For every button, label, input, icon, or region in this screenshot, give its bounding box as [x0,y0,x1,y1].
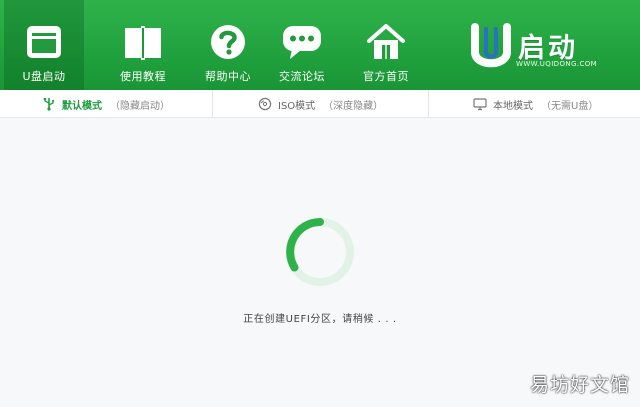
nav-item-forum[interactable]: 交流论坛 [262,0,342,90]
book-icon [121,22,165,62]
brand-logo: 启动 WWW.UQIDONG.COM [466,22,616,74]
nav-label: U盘启动 [22,70,66,83]
nav-item-tutorial[interactable]: 使用教程 [103,0,183,90]
usb-icon [42,97,56,111]
mode-title: 默认模式 [62,100,102,112]
chat-icon [280,22,324,62]
mode-selector-bar: 默认模式 （隐藏启动） ISO模式 （深度隐藏） 本地模式 （无需U盘） [0,90,640,118]
home-icon [364,22,408,62]
top-navigation-bar: U盘启动 使用教程 帮助中心 交流论坛 官方首页 启动 WWW.UQIDONG.… [0,0,640,90]
tab-divider [212,90,213,118]
nav-label: 交流论坛 [279,70,325,83]
nav-item-help-center[interactable]: 帮助中心 [188,0,268,90]
help-icon [206,22,250,62]
nav-item-homepage[interactable]: 官方首页 [346,0,426,90]
monitor-icon [473,97,487,111]
tab-divider [428,90,429,118]
main-content-area: 正在创建UEFI分区，请稍候 . . . [0,118,640,407]
mode-title: ISO模式 [278,100,316,112]
disc-icon [258,97,272,111]
logo-url: WWW.UQIDONG.COM [516,60,598,68]
nav-label: 官方首页 [363,70,409,83]
mode-subtitle: （隐藏启动） [110,100,170,112]
tab-local-mode[interactable]: 本地模式 （无需U盘） [473,90,598,118]
tab-iso-mode[interactable]: ISO模式 （深度隐藏） [258,90,383,118]
nav-label: 使用教程 [120,70,166,83]
mode-subtitle: （深度隐藏） [323,100,384,112]
nav-item-usb-boot[interactable]: U盘启动 [4,0,84,90]
tab-default-mode[interactable]: 默认模式 （隐藏启动） [42,90,170,118]
watermark-text: 易坊好文馆 [529,374,630,396]
nav-label: 帮助中心 [205,70,251,83]
window-icon [22,22,66,62]
mode-title: 本地模式 [493,100,533,112]
loading-spinner [284,216,356,288]
status-message: 正在创建UEFI分区，请稍候 . . . [243,314,397,325]
mode-subtitle: （无需U盘） [541,100,599,112]
